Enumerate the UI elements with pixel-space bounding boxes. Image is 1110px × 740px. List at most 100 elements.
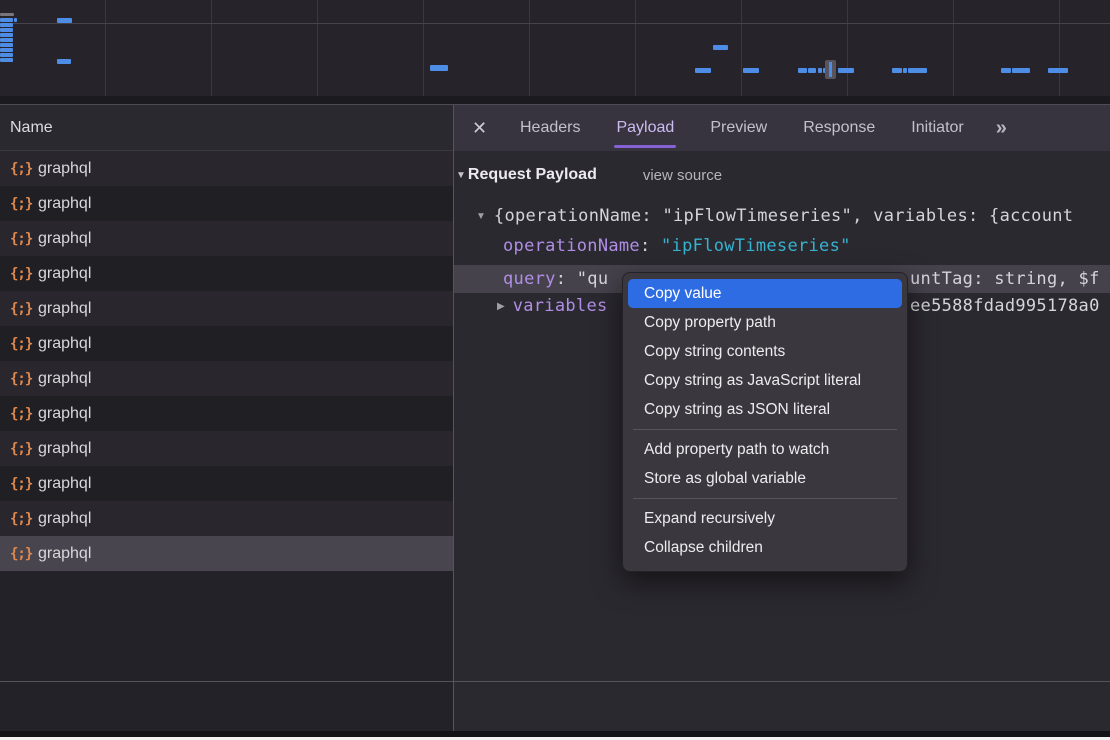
request-name-label: graphql [38, 300, 91, 318]
tab-response[interactable]: Response [803, 105, 875, 151]
summary-bar-right [454, 682, 1110, 731]
json-braces-icon: {;} [10, 301, 38, 317]
json-braces-icon: {;} [10, 196, 38, 212]
menu-item-copy-string-as-json-literal[interactable]: Copy string as JSON literal [628, 395, 902, 424]
timeline-selection-marker[interactable] [825, 60, 836, 79]
request-name-label: graphql [38, 335, 91, 353]
network-request-row[interactable]: {;}graphql [0, 151, 453, 186]
column-header-name[interactable]: Name [0, 105, 453, 151]
network-activity-bar [1048, 68, 1068, 73]
menu-item-add-property-path-to-watch[interactable]: Add property path to watch [628, 435, 902, 464]
request-list: {;}graphql{;}graphql{;}graphql{;}graphql… [0, 151, 453, 571]
more-tabs-icon[interactable]: » [996, 117, 1005, 140]
network-activity-bar [838, 68, 854, 73]
network-request-row[interactable]: {;}graphql [0, 186, 453, 221]
network-request-row[interactable]: {;}graphql [0, 221, 453, 256]
network-activity-bar [0, 18, 13, 22]
network-activity-bar [14, 18, 17, 22]
menu-item-store-as-global-variable[interactable]: Store as global variable [628, 464, 902, 493]
json-braces-icon: {;} [10, 511, 38, 527]
network-activity-bar [57, 59, 71, 64]
request-name-label: graphql [38, 440, 91, 458]
tree-row-operation-name[interactable]: operationName: "ipFlowTimeseries" [503, 232, 851, 260]
request-name-label: graphql [38, 265, 91, 283]
tab-preview[interactable]: Preview [710, 105, 767, 151]
request-name-label: graphql [38, 405, 91, 423]
tree-row-root[interactable]: ▼ {operationName: "ipFlowTimeseries", va… [476, 202, 1073, 230]
tree-row-query[interactable]: query: "qu [503, 265, 608, 293]
property-value-string: "ipFlowTimeseries" [661, 236, 851, 256]
overview-bottom-band [0, 96, 1110, 104]
network-request-row[interactable]: {;}graphql [0, 536, 453, 571]
network-activity-bar [1012, 68, 1030, 73]
detail-tabs: Headers Payload Preview Response Initiator [502, 105, 982, 151]
context-menu: Copy valueCopy property pathCopy string … [622, 272, 908, 572]
menu-item-expand-recursively[interactable]: Expand recursively [628, 504, 902, 533]
request-name-label: graphql [38, 230, 91, 248]
view-source-link[interactable]: view source [643, 167, 722, 184]
tab-initiator[interactable]: Initiator [911, 105, 963, 151]
request-payload-section[interactable]: ▼ Request Payload view source [456, 166, 722, 184]
tab-headers[interactable]: Headers [520, 105, 580, 151]
network-request-row[interactable]: {;}graphql [0, 466, 453, 501]
network-activity-bar [818, 68, 822, 73]
menu-item-collapse-children[interactable]: Collapse children [628, 533, 902, 562]
network-activity-bar [0, 58, 13, 62]
tree-row-variables[interactable]: ▶ variables [497, 292, 608, 320]
network-activity-bar [892, 68, 902, 73]
network-request-row[interactable]: {;}graphql [0, 256, 453, 291]
json-braces-icon: {;} [10, 336, 38, 352]
request-name-label: graphql [38, 545, 91, 563]
network-request-row[interactable]: {;}graphql [0, 501, 453, 536]
network-request-row[interactable]: {;}graphql [0, 431, 453, 466]
network-activity-bar [0, 28, 13, 32]
tab-payload[interactable]: Payload [616, 105, 674, 151]
chevron-down-icon[interactable]: ▼ [476, 211, 486, 222]
key-value-separator: : [556, 269, 577, 289]
json-braces-icon: {;} [10, 476, 38, 492]
request-name-label: graphql [38, 195, 91, 213]
network-request-row[interactable]: {;}graphql [0, 361, 453, 396]
chevron-right-icon[interactable]: ▶ [497, 301, 505, 312]
json-braces-icon: {;} [10, 441, 38, 457]
network-activity-bar [908, 68, 927, 73]
json-braces-icon: {;} [10, 266, 38, 282]
menu-divider [633, 429, 897, 430]
network-activity-bar [1001, 68, 1011, 73]
menu-item-copy-string-as-javascript-literal[interactable]: Copy string as JavaScript literal [628, 366, 902, 395]
network-request-row[interactable]: {;}graphql [0, 396, 453, 431]
network-activity-bar [430, 65, 448, 71]
json-braces-icon: {;} [10, 161, 38, 177]
network-activity-bar [57, 18, 72, 23]
property-key: query [503, 269, 556, 289]
json-braces-icon: {;} [10, 231, 38, 247]
menu-item-copy-string-contents[interactable]: Copy string contents [628, 337, 902, 366]
network-overview-timeline[interactable] [0, 0, 1110, 104]
tree-row-query-clipped-text: untTag: string, $f [910, 265, 1100, 293]
panel-divider-vertical[interactable] [453, 105, 454, 731]
network-activity-bar [713, 45, 728, 50]
summary-bar-left [0, 682, 453, 731]
json-braces-icon: {;} [10, 546, 38, 562]
network-activity-bar [903, 68, 907, 73]
devtools-network-panel: Name ✕ Headers Payload Preview Response Init… [0, 0, 1110, 740]
network-activity-bar [0, 43, 13, 47]
network-request-row[interactable]: {;}graphql [0, 326, 453, 361]
network-activity-bar [0, 38, 13, 42]
close-icon[interactable]: ✕ [472, 118, 502, 139]
network-activity-bar [798, 68, 807, 73]
timeline-selection-marker-bar [829, 62, 832, 77]
section-collapse-icon[interactable]: ▼ [456, 170, 466, 181]
menu-item-copy-value[interactable]: Copy value [628, 279, 902, 308]
object-summary-text: {operationName: "ipFlowTimeseries", vari… [494, 206, 1073, 226]
network-activity-bar [808, 68, 816, 73]
network-request-row[interactable]: {;}graphql [0, 291, 453, 326]
menu-item-copy-property-path[interactable]: Copy property path [628, 308, 902, 337]
network-activity-bar [695, 68, 711, 73]
tree-row-variables-clipped-text: ee5588fdad995178a0 [910, 292, 1100, 320]
network-activity-bar [0, 13, 14, 16]
request-name-label: graphql [38, 510, 91, 528]
key-value-separator: : [640, 236, 661, 256]
section-title: Request Payload [468, 166, 597, 184]
json-braces-icon: {;} [10, 406, 38, 422]
